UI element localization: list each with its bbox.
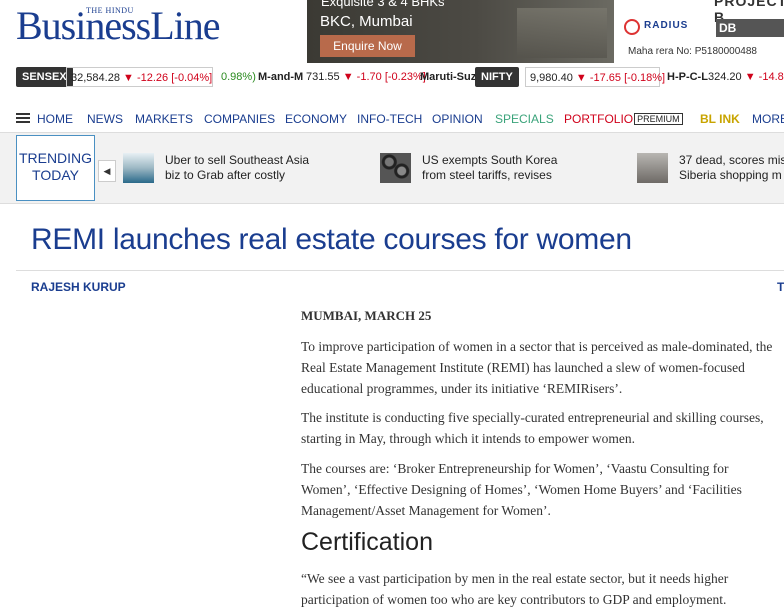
down-arrow-icon: ▼ bbox=[342, 71, 354, 83]
premium-badge: PREMIUM bbox=[634, 113, 683, 125]
story-title[interactable]: US exempts South Korea from steel tariff… bbox=[422, 153, 592, 183]
sensex-label[interactable]: SENSEX bbox=[16, 67, 73, 87]
stock-change-hpcl: -14.80 bbox=[758, 71, 784, 83]
stock-name-maruti[interactable]: Maruti-Suz bbox=[420, 67, 476, 87]
nifty-value: 9,980.40 bbox=[530, 72, 573, 84]
stock-quote-hpcl: 324.20 ▼ -14.80 bbox=[708, 67, 784, 87]
market-ticker: SENSEX 32,584.28 ▼ -12.26 [-0.04%] 0.98%… bbox=[0, 66, 784, 88]
article-paragraph: To improve participation of women in a s… bbox=[301, 339, 773, 396]
section-subheading: Certification bbox=[301, 528, 433, 556]
side-advertisement[interactable]: PROJECT B RADIUS DB REALTY Maha rera No:… bbox=[618, 0, 784, 63]
hindu-tag: THE HINDU bbox=[86, 6, 134, 15]
story-title[interactable]: Uber to sell Southeast Asia biz to Grab … bbox=[165, 153, 335, 183]
nifty-change: -17.65 bbox=[589, 72, 622, 84]
stock-pct: 0.98%) bbox=[221, 71, 256, 83]
story-title-line1: 37 dead, scores mis bbox=[679, 153, 784, 167]
nav-info-tech[interactable]: INFO-TECH bbox=[357, 112, 422, 126]
stock-change-mm: -1.70 bbox=[356, 71, 382, 83]
nav-markets[interactable]: MARKETS bbox=[135, 112, 193, 126]
radius-logo-icon bbox=[624, 19, 640, 35]
main-nav: HOME NEWS MARKETS COMPANIES ECONOMY INFO… bbox=[0, 106, 784, 132]
masthead: BusinessLine THE HINDU Exquisite 3 & 4 B… bbox=[0, 0, 784, 64]
story-thumbnail bbox=[380, 153, 411, 183]
story-title-line1: US exempts South Korea bbox=[422, 153, 558, 167]
nav-opinion[interactable]: OPINION bbox=[432, 112, 483, 126]
article-paragraph: “We see a vast participation by men in t… bbox=[301, 571, 729, 607]
down-arrow-icon: ▼ bbox=[744, 71, 756, 83]
ad-location: BKC, Mumbai bbox=[320, 13, 413, 30]
sensex-value: 32,584.28 bbox=[71, 72, 120, 84]
sensex-pct: [-0.04%] bbox=[171, 72, 213, 84]
nifty-pct: [-0.18%] bbox=[624, 72, 666, 84]
db-realty-brand: DB REALTY bbox=[716, 19, 784, 53]
sensex-change: -12.26 bbox=[136, 72, 169, 84]
story-title-line1: Uber to sell Southeast Asia bbox=[165, 153, 310, 167]
sidebar-clip: T bbox=[777, 280, 784, 294]
nav-home[interactable]: HOME bbox=[37, 112, 73, 126]
trending-label-line2: TODAY bbox=[32, 167, 79, 183]
nifty-quote[interactable]: 9,980.40 ▼ -17.65 [-0.18%] bbox=[525, 67, 665, 87]
story-title-line2: from steel tariffs, revises bbox=[422, 168, 552, 182]
divider bbox=[16, 270, 784, 271]
nav-specials[interactable]: SPECIALS bbox=[495, 112, 554, 126]
story-thumbnail bbox=[123, 153, 154, 183]
trending-today-label: TRENDING TODAY bbox=[16, 135, 95, 201]
article-paragraph: The courses are: ‘Broker Entrepreneurshi… bbox=[301, 461, 742, 518]
advertisement-banner[interactable]: Exquisite 3 & 4 BHKs BKC, Mumbai Enquire… bbox=[307, 0, 614, 63]
hamburger-menu-icon[interactable] bbox=[16, 113, 30, 123]
ad-headline: Exquisite 3 & 4 BHKs bbox=[321, 0, 445, 9]
nav-portfolio-label: PORTFOLIO bbox=[564, 112, 634, 126]
stock-quote-mm: 731.55 ▼ -1.70 [-0.23%] bbox=[306, 67, 426, 87]
down-arrow-icon: ▼ bbox=[123, 72, 134, 84]
enquire-now-button[interactable]: Enquire Now bbox=[320, 35, 415, 57]
rera-number: Maha rera No: P5180000488 bbox=[628, 46, 757, 57]
story-title[interactable]: 37 dead, scores mis Siberia shopping m bbox=[679, 153, 784, 183]
radius-brand: RADIUS bbox=[644, 20, 689, 31]
author-link[interactable]: RAJESH KURUP bbox=[31, 280, 126, 294]
story-title-line2: biz to Grab after costly bbox=[165, 168, 286, 182]
nifty-label[interactable]: NIFTY bbox=[475, 67, 519, 87]
sensex-quote[interactable]: 32,584.28 ▼ -12.26 [-0.04%] bbox=[66, 67, 213, 87]
story-title-line2: Siberia shopping m bbox=[679, 168, 782, 182]
dateline: MUMBAI, MARCH 25 bbox=[301, 308, 432, 323]
trending-label-line1: TRENDING bbox=[18, 150, 93, 166]
nav-companies[interactable]: COMPANIES bbox=[204, 112, 275, 126]
nav-more[interactable]: MORE bbox=[752, 112, 784, 126]
article-paragraph: The institute is conducting five special… bbox=[301, 410, 764, 446]
stock-value-mm: 731.55 bbox=[306, 71, 340, 83]
nav-economy[interactable]: ECONOMY bbox=[285, 112, 347, 126]
story-thumbnail bbox=[637, 153, 668, 183]
down-arrow-icon: ▼ bbox=[575, 72, 587, 84]
article-headline: REMI launches real estate courses for wo… bbox=[31, 223, 632, 256]
stock-name-mm[interactable]: M-and-M bbox=[258, 67, 303, 87]
nav-bl-ink[interactable]: BL INK bbox=[700, 112, 740, 126]
nav-portfolio[interactable]: PORTFOLIO PREMIUM bbox=[564, 112, 683, 126]
stock-name-hpcl[interactable]: H-P-C-L bbox=[667, 67, 708, 87]
ad-image bbox=[517, 8, 607, 58]
stock-value-hpcl: 324.20 bbox=[708, 71, 742, 83]
nav-news[interactable]: NEWS bbox=[87, 112, 123, 126]
previous-arrow-icon[interactable]: ◀ bbox=[98, 160, 116, 182]
